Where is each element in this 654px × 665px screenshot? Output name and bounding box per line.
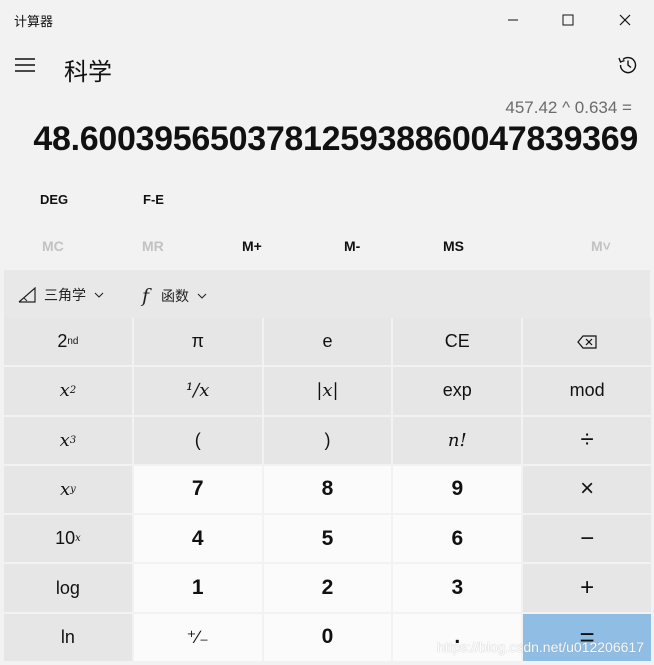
backspace-button[interactable]: [523, 318, 651, 366]
minus-button[interactable]: −: [523, 515, 651, 563]
divide-button[interactable]: ÷: [523, 416, 651, 464]
digit-3-button[interactable]: 3: [393, 564, 522, 612]
pi-button[interactable]: π: [133, 318, 262, 366]
app-title: 计算器: [14, 14, 54, 29]
m-minus-button[interactable]: M-: [344, 238, 360, 254]
reciprocal-button[interactable]: ¹∕x: [133, 367, 262, 415]
abs-button[interactable]: |x|: [263, 367, 392, 415]
digit-8-button[interactable]: 8: [263, 465, 392, 514]
watermark-text: https://blog.csdn.net/u012206617: [436, 639, 644, 655]
ce-button[interactable]: CE: [393, 318, 522, 366]
expression-display: 457.42 ^ 0.634 =: [505, 98, 632, 117]
exp-button[interactable]: exp: [393, 367, 522, 415]
minimize-button[interactable]: [498, 8, 528, 32]
ln-button[interactable]: ln: [4, 613, 132, 661]
result-display: 48.600395650378125938860047839369: [33, 120, 638, 158]
mod-button[interactable]: mod: [523, 367, 651, 415]
digit-5-button[interactable]: 5: [263, 515, 392, 563]
power-button[interactable]: xy: [4, 465, 132, 514]
trig-dropdown[interactable]: 三角学: [18, 285, 104, 305]
function-f-icon: f: [142, 285, 150, 307]
title-bar: 计算器: [0, 0, 654, 40]
left-paren-button[interactable]: (: [133, 416, 262, 464]
digit-9-button[interactable]: 9: [393, 465, 522, 514]
second-button[interactable]: 2nd: [4, 318, 132, 366]
mr-button[interactable]: MR: [142, 238, 164, 254]
e-button[interactable]: e: [263, 318, 392, 366]
function-label: 函数: [161, 288, 190, 304]
history-icon: [618, 56, 637, 74]
log-button[interactable]: log: [4, 564, 132, 612]
maximize-button[interactable]: [553, 8, 583, 32]
digit-6-button[interactable]: 6: [393, 515, 522, 563]
minimize-icon: [508, 19, 518, 21]
deg-button[interactable]: DEG: [40, 192, 68, 207]
plus-button[interactable]: +: [523, 564, 651, 612]
negate-button[interactable]: ⁺∕₋: [133, 613, 262, 661]
header: 科学: [0, 44, 654, 90]
digit-4-button[interactable]: 4: [133, 515, 262, 563]
right-paren-button[interactable]: ): [263, 416, 392, 464]
ms-button[interactable]: MS: [443, 238, 464, 254]
history-button[interactable]: [616, 53, 640, 77]
digit-2-button[interactable]: 2: [263, 564, 392, 612]
digit-0-button[interactable]: 0: [263, 613, 392, 661]
fe-button[interactable]: F-E: [143, 192, 164, 207]
ten-power-button[interactable]: 10 x: [4, 515, 132, 563]
hamburger-icon: [15, 58, 35, 72]
function-dropdown[interactable]: f 函数: [142, 285, 207, 307]
angle-row: DEG F-E: [0, 192, 654, 212]
m-plus-button[interactable]: M+: [242, 238, 262, 254]
digit-1-button[interactable]: 1: [133, 564, 262, 612]
chevron-down-icon: [197, 293, 207, 299]
memory-row: MC MR M+ M- MS M˅: [0, 238, 654, 258]
maximize-icon: [562, 14, 574, 26]
cube-button[interactable]: x3: [4, 416, 132, 464]
chevron-down-icon: [94, 292, 104, 298]
mc-button[interactable]: MC: [42, 238, 64, 254]
function-bar: 三角学 f 函数: [4, 270, 650, 318]
multiply-button[interactable]: ×: [523, 465, 651, 514]
menu-button[interactable]: [14, 56, 36, 74]
memory-list-button[interactable]: M˅: [591, 238, 611, 254]
factorial-button[interactable]: n!: [393, 416, 522, 464]
digit-7-button[interactable]: 7: [133, 465, 262, 514]
close-icon: [619, 14, 631, 26]
keypad: 2nd π e CE x2 ¹∕x |x| exp mod x3 ( ) n! …: [4, 318, 651, 661]
triangle-icon: [18, 287, 36, 303]
backspace-icon: [577, 335, 597, 349]
close-button[interactable]: [610, 8, 640, 32]
mode-title: 科学: [64, 59, 112, 86]
square-button[interactable]: x2: [4, 367, 132, 415]
trig-label: 三角学: [44, 287, 86, 303]
